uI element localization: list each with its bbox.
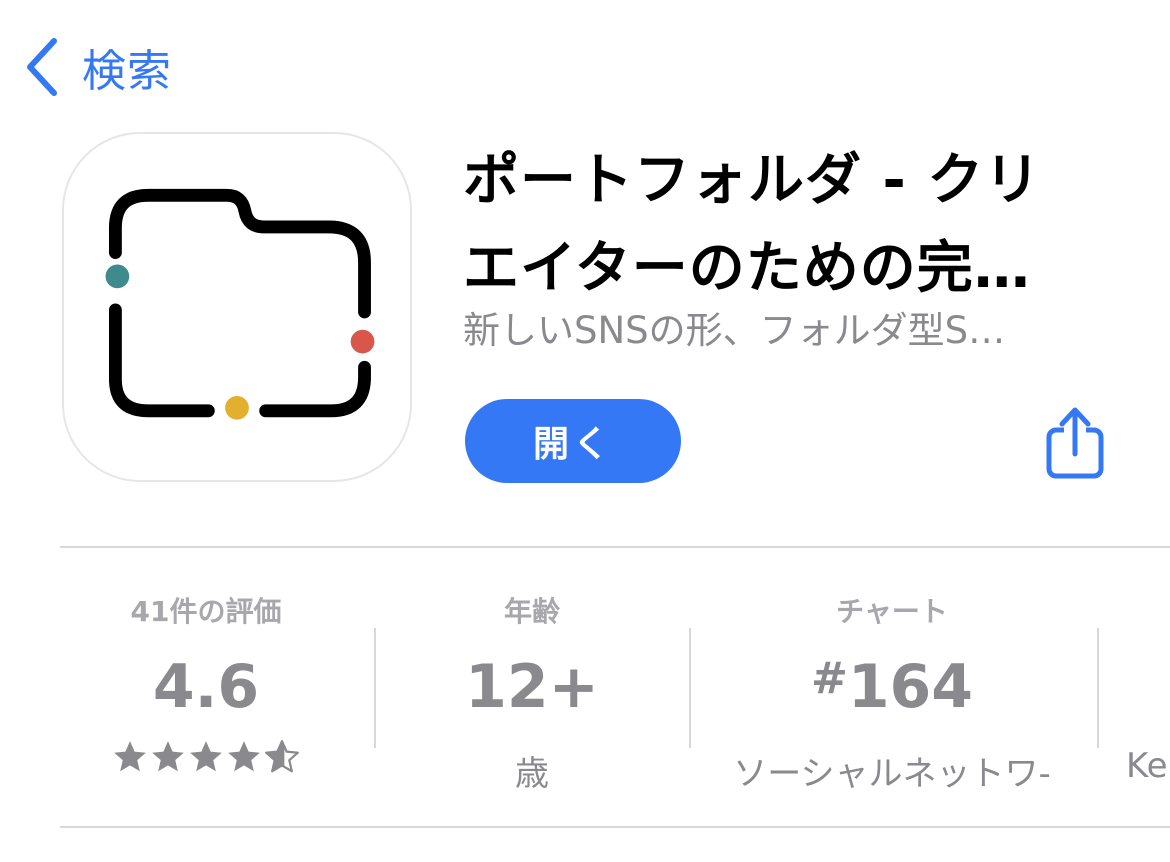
divider-bottom	[60, 826, 1170, 828]
chart-category: ソーシャルネットワ-	[733, 754, 1051, 794]
chart-rank-number: 164	[847, 652, 974, 722]
yellow-dot	[225, 395, 249, 420]
stat-ratings[interactable]: 41件の評価 4.6	[56, 560, 356, 810]
stat-separator	[374, 628, 376, 748]
developer-name: Ke	[1126, 746, 1168, 786]
app-subtitle: 新しいSNSの形、フォルダ型S…	[463, 309, 1006, 352]
stat-separator	[689, 628, 691, 748]
chart-rank-hash: #	[810, 653, 848, 704]
age-unit: 歳	[515, 754, 549, 794]
share-icon	[1046, 407, 1104, 479]
app-title-line2: エイターのための完…	[463, 236, 1031, 301]
star-icon	[114, 741, 146, 772]
red-dot	[350, 329, 375, 354]
stat-separator	[1097, 628, 1099, 748]
star-icon	[152, 741, 184, 772]
ratings-label: 41件の評価	[130, 595, 282, 628]
app-title: ポートフォルダ - クリ エイターのための完…	[463, 137, 1103, 313]
age-label: 年齢	[503, 595, 560, 628]
share-button[interactable]	[1042, 402, 1108, 482]
app-icon	[62, 132, 412, 482]
folder-logo-icon	[105, 188, 375, 420]
divider-top	[60, 546, 1170, 548]
back-label: 検索	[82, 46, 172, 97]
star-partial-icon	[265, 740, 299, 773]
open-button[interactable]: 開く	[465, 399, 681, 483]
chart-rank: #164	[704, 652, 1080, 722]
chart-label: チャート	[836, 595, 948, 628]
star-icon	[190, 741, 222, 772]
stat-developer[interactable]: Ke	[1112, 560, 1170, 810]
stat-chart[interactable]: チャート #164 ソーシャルネットワ-	[704, 560, 1080, 810]
rating-stars	[56, 738, 356, 776]
back-button[interactable]: 検索	[24, 32, 172, 102]
teal-dot	[105, 264, 130, 289]
stat-age[interactable]: 年齢 12+ 歳	[390, 560, 674, 810]
age-value: 12+	[465, 652, 599, 722]
star-icon	[228, 741, 260, 772]
chevron-left-icon	[27, 38, 57, 96]
app-title-line1: ポートフォルダ - クリ	[463, 148, 1042, 213]
ratings-value: 4.6	[152, 652, 260, 722]
